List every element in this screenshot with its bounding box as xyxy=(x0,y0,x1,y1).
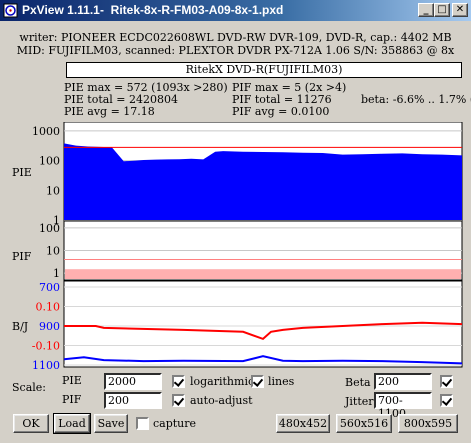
app-icon[interactable] xyxy=(3,3,18,18)
lines-label: lines xyxy=(268,375,295,388)
pif-area xyxy=(65,269,461,279)
auto-adjust-checkbox[interactable] xyxy=(172,394,185,407)
ok-button[interactable]: OK xyxy=(13,414,49,433)
capture-label: capture xyxy=(153,417,197,430)
pie-axis-name: PIE xyxy=(12,166,32,179)
load-button[interactable]: Load xyxy=(53,413,91,434)
scale-label: Scale: xyxy=(12,381,46,394)
maximize-button[interactable]: □ xyxy=(434,3,450,17)
close-icon: ✕ xyxy=(455,4,465,15)
pie-scale-input[interactable]: 2000 xyxy=(104,373,162,390)
pif-tick-label: 10 xyxy=(46,245,60,258)
pie-tick-label: 1000 xyxy=(32,125,60,138)
beta-label: Beta xyxy=(345,376,371,389)
writer-info: writer: PIONEER ECDC022608WL DVD-RW DVR-… xyxy=(19,31,452,44)
pie-tick-label: 100 xyxy=(39,155,60,168)
bj-tick-label: 1100 xyxy=(32,359,60,372)
pif-panel: 100 10 1 PIF xyxy=(12,220,463,281)
charts-area: 1000 100 10 1 PIE 100 10 1 PIF 700 0.10 900 -0.10 1… xyxy=(12,122,463,372)
pif-scale-input[interactable]: 200 xyxy=(104,392,162,409)
logarithmic-checkbox[interactable] xyxy=(172,375,185,388)
file-title: - Ritek-8x-R-FM03-A09-8x-1.pxd xyxy=(100,3,284,17)
mid-info: MID: FUJIFILM03, scanned: PLEXTOR DVDR P… xyxy=(16,44,455,57)
auto-adjust-label: auto-adjust xyxy=(190,394,253,407)
bj-tick-label: -0.10 xyxy=(32,340,60,353)
beta-checkbox[interactable] xyxy=(440,375,453,388)
title-bar[interactable]: PxView 1.11.1 - Ritek-8x-R-FM03-A09-8x-1… xyxy=(0,0,471,21)
save-button[interactable]: Save xyxy=(94,414,128,433)
beta-input[interactable]: 200 xyxy=(374,373,432,390)
pif-scale-label: PIF xyxy=(62,393,82,406)
bj-panel: 700 0.10 900 -0.10 1100 B/J xyxy=(12,280,463,372)
size-480-button[interactable]: 480x452 xyxy=(276,414,330,433)
close-button[interactable]: ✕ xyxy=(452,3,468,17)
pif-axis-name: PIF xyxy=(12,250,32,263)
minimize-button[interactable]: _ xyxy=(418,3,434,17)
pie-panel: 1000100101PIE xyxy=(12,122,463,227)
jitter-input[interactable]: 700-1100 xyxy=(374,392,432,420)
pie-avg: PIE avg = 17.18 xyxy=(64,105,155,118)
lines-checkbox[interactable] xyxy=(251,375,264,388)
chart-title: RitekX DVD-R(FUJIFILM03) xyxy=(66,62,462,78)
pif-tick-label: 100 xyxy=(39,222,60,235)
bj-tick-label: 700 xyxy=(39,281,60,294)
pif-avg: PIF avg = 0.0100 xyxy=(232,105,330,118)
size-800-button[interactable]: 800x595 xyxy=(398,414,458,433)
logarithmic-label: logarithmic xyxy=(190,375,255,388)
size-560-button[interactable]: 560x516 xyxy=(336,414,392,433)
bj-tick-label: 0.10 xyxy=(36,301,61,314)
beta-range: beta: -6.6% .. 1.7% (!) xyxy=(361,93,471,106)
app-title: PxView 1.11.1 xyxy=(22,3,100,17)
capture-checkbox[interactable] xyxy=(136,417,149,430)
bj-axis-name: B/J xyxy=(12,320,28,333)
pie-scale-label: PIE xyxy=(62,374,82,387)
pie-tick-label: 10 xyxy=(46,184,60,197)
bj-tick-label: 900 xyxy=(39,320,60,333)
minimize-icon: _ xyxy=(423,4,429,15)
pif-tick-label: 1 xyxy=(53,267,60,280)
jitter-checkbox[interactable] xyxy=(440,394,453,407)
jitter-label: Jitter xyxy=(345,395,374,408)
maximize-icon: □ xyxy=(437,4,447,15)
